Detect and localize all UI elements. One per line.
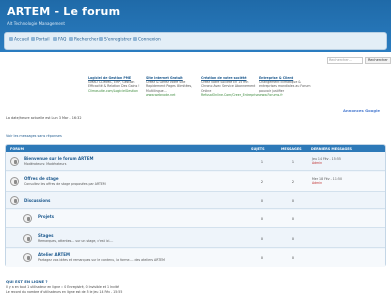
register-icon bbox=[99, 37, 103, 41]
ad-text: Efficacité & Relation Des Gains ! bbox=[88, 84, 140, 89]
forum-row[interactable]: Projets 0 0 bbox=[6, 210, 385, 228]
search-input[interactable]: Rechercher… bbox=[327, 57, 363, 64]
portal-icon bbox=[31, 37, 35, 41]
header-forum: FORUM bbox=[10, 146, 24, 151]
topic-count: 0 bbox=[260, 256, 264, 260]
post-count: 2 bbox=[291, 180, 295, 184]
online-users-line: Il y a en tout 1 utilisateur en ligne ::… bbox=[6, 285, 119, 289]
ad-block[interactable]: Création de votre société Créez votre So… bbox=[201, 76, 259, 97]
topic-count: 2 bbox=[260, 180, 264, 184]
nav-accueil[interactable]: Accueil bbox=[9, 37, 29, 43]
who-is-online-title[interactable]: QUI EST EN LIGNE ? bbox=[6, 279, 48, 284]
site-subtitle: Alt Technologie Management bbox=[7, 21, 65, 26]
ad-block[interactable]: Entreprise & Client Changement climatiqu… bbox=[259, 76, 317, 97]
unanswered-link[interactable]: Voir les messages sans réponses bbox=[6, 134, 62, 138]
site-title[interactable]: ARTEM - Le forum bbox=[7, 5, 120, 18]
forum-link[interactable]: Projets bbox=[38, 214, 54, 219]
main-navigation: Accueil Portail FAQ Rechercher S'enregis… bbox=[4, 32, 387, 50]
forum-read-icon bbox=[10, 196, 19, 205]
nav-login[interactable]: Connexion bbox=[133, 37, 161, 43]
nav-faq[interactable]: FAQ bbox=[53, 37, 66, 43]
ad-text: Chrono Avec Service Abonnement Online bbox=[201, 84, 256, 93]
forum-read-icon bbox=[23, 214, 32, 223]
header-last-posts: DERNIERS MESSAGES bbox=[311, 146, 352, 151]
topic-count: 0 bbox=[260, 217, 264, 221]
home-icon bbox=[9, 37, 13, 41]
ad-block[interactable]: Site Internet Gratuit Créez & Gérez votr… bbox=[146, 76, 204, 97]
table-header: FORUM SUJETS MESSAGES DERNIERS MESSAGES bbox=[6, 145, 385, 152]
forum-row[interactable]: Atelier ARTEM Partagez vos idées et rema… bbox=[6, 249, 385, 267]
header-topics: SUJETS bbox=[251, 146, 265, 151]
topic-count: 0 bbox=[260, 199, 264, 203]
post-count: 0 bbox=[291, 199, 295, 203]
last-post-author[interactable]: Admin bbox=[312, 161, 341, 165]
forum-link[interactable]: Offres de stage bbox=[24, 176, 59, 181]
faq-icon bbox=[53, 37, 57, 41]
forum-link[interactable]: Discussions bbox=[24, 198, 50, 203]
search-button[interactable]: Rechercher bbox=[365, 57, 391, 64]
ad-text: Rapidement Pages Illimitées, Multilingue… bbox=[146, 84, 193, 93]
nav-portail[interactable]: Portail bbox=[31, 37, 50, 43]
forum-table: FORUM SUJETS MESSAGES DERNIERS MESSAGES … bbox=[5, 144, 386, 267]
current-date: La date/heure actuelle est Lun 3 Mar - 1… bbox=[6, 116, 82, 120]
forum-link[interactable]: Stages bbox=[38, 233, 53, 238]
ad-block[interactable]: Logiciel de Gestion PME GMAO CLIMMIL, ER… bbox=[88, 76, 146, 93]
forum-description: Consultez les offres de stage proposées … bbox=[24, 182, 106, 186]
ad-url[interactable]: Climasuite.com/LogicielGestion bbox=[88, 89, 146, 93]
search-icon bbox=[69, 37, 73, 41]
google-ads-label[interactable]: Annonces Google bbox=[343, 108, 380, 113]
last-post: Jeu 14 Fév - 15:55 Admin bbox=[312, 157, 341, 165]
nav-register[interactable]: S'enregistrer bbox=[99, 37, 132, 43]
last-post-author[interactable]: Admin bbox=[312, 181, 342, 185]
forum-link[interactable]: Atelier ARTEM bbox=[38, 252, 70, 257]
topic-count: 1 bbox=[260, 160, 264, 164]
forum-description: Remarques, attentes... sur un stage, c'e… bbox=[38, 239, 114, 243]
forum-row[interactable]: Discussions 0 0 bbox=[6, 193, 385, 209]
nav-rechercher[interactable]: Rechercher bbox=[69, 37, 98, 43]
online-record-line: Le record du nombre d'utilisateurs en li… bbox=[6, 290, 123, 294]
ad-url[interactable]: RefusalOnline.Com/Creer_Entreprise bbox=[201, 93, 259, 97]
forum-row[interactable]: Offres de stage Consultez les offres de … bbox=[6, 172, 385, 192]
post-count: 0 bbox=[291, 237, 295, 241]
forum-row[interactable]: Stages Remarques, attentes... sur un sta… bbox=[6, 229, 385, 248]
forum-link[interactable]: Bienvenue sur le forum ARTEM bbox=[24, 156, 93, 161]
ad-url[interactable]: www.Forums.fr bbox=[259, 93, 317, 97]
topic-count: 0 bbox=[260, 237, 264, 241]
ad-url[interactable]: www.webnode.net bbox=[146, 93, 204, 97]
login-icon bbox=[133, 37, 137, 41]
forum-description: Modérateurs: Modérateurs bbox=[24, 162, 67, 166]
forum-row[interactable]: Bienvenue sur le forum ARTEM Modérateurs… bbox=[6, 153, 385, 171]
post-count: 0 bbox=[291, 256, 295, 260]
forum-read-icon bbox=[23, 234, 32, 243]
ad-text: entreprises mondiales au Forum pouvoir j… bbox=[259, 84, 311, 93]
forum-read-icon bbox=[10, 157, 19, 166]
post-count: 0 bbox=[291, 217, 295, 221]
post-count: 1 bbox=[291, 160, 295, 164]
forum-read-icon bbox=[23, 253, 32, 262]
forum-description: Partagez vos idées et remarques sur le c… bbox=[38, 258, 165, 262]
last-post: Mer 18 Fév - 11:50 Admin bbox=[312, 177, 342, 185]
header-posts: MESSAGES bbox=[281, 146, 302, 151]
forum-header: ARTEM - Le forum Alt Technologie Managem… bbox=[0, 0, 391, 52]
forum-read-icon bbox=[10, 177, 19, 186]
